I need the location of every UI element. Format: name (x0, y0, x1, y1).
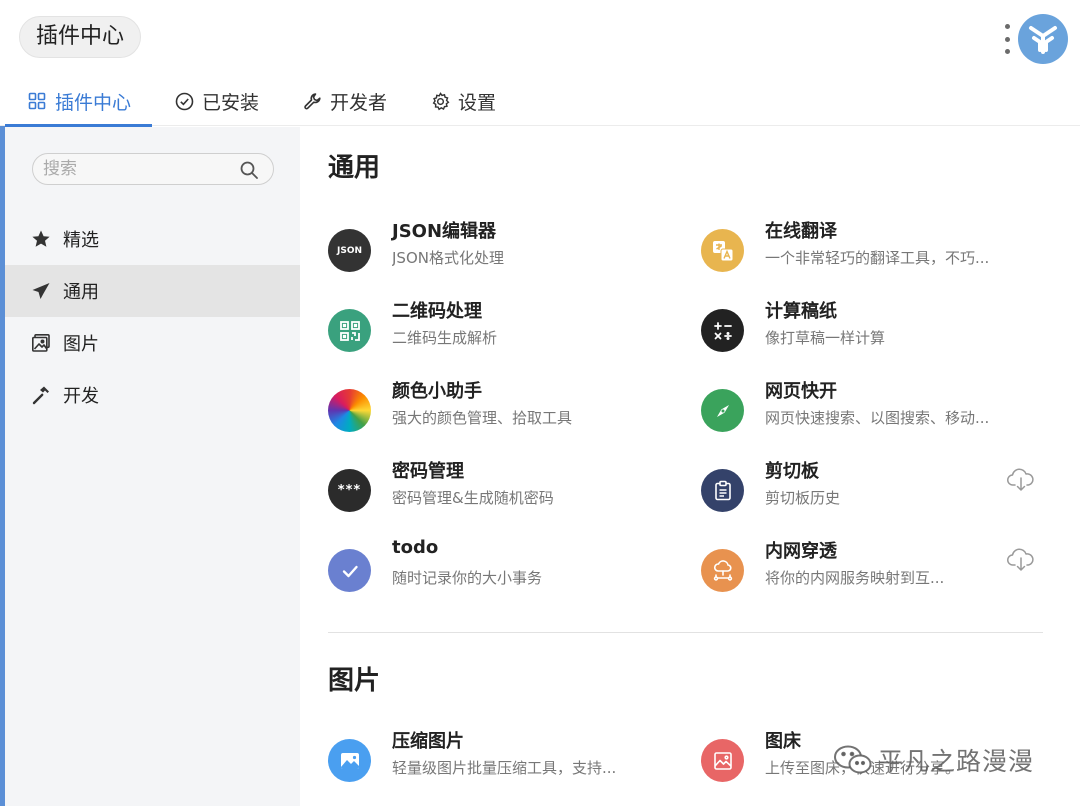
tab-plugin-center[interactable]: 插件中心 (5, 76, 153, 127)
top-bar: 插件中心 插件中心 已安装 开发者 设置 (0, 0, 1080, 127)
plugin-desc: 剪切板历史 (765, 489, 841, 507)
plugin-desc: 一个非常轻巧的翻译工具，不巧... (765, 249, 990, 267)
image-icon (328, 739, 371, 782)
search-box (32, 153, 274, 185)
tab-label: 开发者 (330, 91, 388, 114)
plugin-name: JSON编辑器 (392, 221, 497, 242)
wrench-icon (302, 91, 322, 111)
tab-developer[interactable]: 开发者 (280, 76, 408, 126)
plugin-card-web-quick-open[interactable]: 网页快开 网页快速搜索、以图搜索、移动... (701, 377, 1061, 447)
sidebar-item-label: 精选 (63, 230, 99, 251)
checkmark-icon (328, 549, 371, 592)
more-menu-icon[interactable] (1002, 24, 1012, 54)
sidebar: 精选 通用 图片 开发 (5, 127, 300, 806)
plugin-desc: 像打草稿一样计算 (765, 329, 886, 347)
check-circle-icon (174, 91, 194, 111)
watermark: 平凡之路漫漫 (832, 740, 1034, 780)
plugin-name: 剪切板 (765, 461, 819, 482)
plugin-name: 颜色小助手 (392, 381, 482, 402)
json-icon: JSON (328, 229, 371, 272)
plugin-desc: 二维码生成解析 (392, 329, 498, 347)
plugin-desc: 强大的颜色管理、拾取工具 (392, 409, 573, 427)
app-logo-icon[interactable] (1018, 14, 1068, 64)
grid-icon (27, 91, 47, 111)
plugin-card-password[interactable]: *** 密码管理 密码管理&生成随机密码 (328, 457, 688, 527)
sidebar-item-featured[interactable]: 精选 (5, 213, 300, 265)
plugin-name: 压缩图片 (392, 731, 464, 752)
plugin-desc: 轻量级图片批量压缩工具，支持... (392, 759, 617, 777)
tab-label: 已安装 (202, 91, 260, 114)
paper-plane-icon (30, 280, 52, 302)
sidebar-item-label: 通用 (63, 282, 99, 303)
plugin-name: 计算稿纸 (765, 301, 837, 322)
sidebar-item-general[interactable]: 通用 (5, 265, 300, 317)
watermark-text: 平凡之路漫漫 (878, 747, 1035, 776)
qrcode-icon (328, 309, 371, 352)
tab-label: 设置 (458, 91, 497, 114)
cloud-network-icon (701, 549, 744, 592)
tab-bar: 插件中心 已安装 开发者 设置 (5, 76, 517, 127)
plugin-card-todo[interactable]: todo 随时记录你的大小事务 (328, 537, 688, 607)
clipboard-icon (701, 469, 744, 512)
plugin-list: 通用 JSON JSON编辑器 JSON格式化处理 在线翻译 一个非常轻巧的翻译… (300, 127, 1080, 806)
wechat-logo-icon (834, 745, 872, 774)
calculator-icon (701, 309, 744, 352)
plugin-name: 密码管理 (392, 461, 464, 482)
plugin-card-color-helper[interactable]: 颜色小助手 强大的颜色管理、拾取工具 (328, 377, 688, 447)
sidebar-item-label: 开发 (63, 386, 99, 407)
search-input[interactable] (43, 156, 233, 182)
plugin-name: 图床 (765, 731, 801, 752)
plugin-card-translate[interactable]: 在线翻译 一个非常轻巧的翻译工具，不巧... (701, 217, 1061, 287)
plugin-desc: 随时记录你的大小事务 (392, 569, 543, 587)
translate-icon (701, 229, 744, 272)
section-title: 图片 (328, 666, 381, 696)
sidebar-item-images[interactable]: 图片 (5, 317, 300, 369)
plugin-desc: JSON格式化处理 (392, 249, 504, 267)
plugin-card-compress-image[interactable]: 压缩图片 轻量级图片批量压缩工具，支持... (328, 727, 688, 797)
search-icon[interactable] (239, 160, 259, 180)
plugin-card-calculator[interactable]: 计算稿纸 像打草稿一样计算 (701, 297, 1061, 367)
password-icon: *** (328, 469, 371, 512)
plugin-name: 在线翻译 (765, 221, 837, 242)
compass-icon (701, 389, 744, 432)
plugin-card-json-editor[interactable]: JSON JSON编辑器 JSON格式化处理 (328, 217, 688, 287)
section-divider (328, 632, 1043, 633)
sidebar-item-label: 图片 (63, 334, 99, 355)
cloud-download-icon[interactable] (1006, 547, 1036, 573)
plugin-desc: 网页快速搜索、以图搜索、移动... (765, 409, 990, 427)
star-icon (30, 228, 52, 250)
plugin-desc: 将你的内网服务映射到互... (765, 569, 945, 587)
image-icon (30, 332, 52, 354)
plugin-name: 网页快开 (765, 381, 837, 402)
tab-installed[interactable]: 已安装 (152, 76, 280, 126)
tab-settings[interactable]: 设置 (408, 76, 517, 126)
plugin-card-qrcode[interactable]: 二维码处理 二维码生成解析 (328, 297, 688, 367)
plugin-name: todo (392, 537, 439, 558)
sidebar-item-develop[interactable]: 开发 (5, 369, 300, 421)
color-wheel-icon (328, 389, 371, 432)
plugin-name: 二维码处理 (392, 301, 482, 322)
image-upload-icon (701, 739, 744, 782)
tab-label: 插件中心 (55, 91, 132, 114)
plugin-name: 内网穿透 (765, 541, 837, 562)
cloud-download-icon[interactable] (1006, 467, 1036, 493)
plugin-desc: 密码管理&生成随机密码 (392, 489, 554, 507)
hammer-icon (30, 384, 52, 406)
gear-icon (430, 91, 450, 111)
section-title: 通用 (328, 153, 381, 183)
app-title: 插件中心 (19, 16, 142, 58)
